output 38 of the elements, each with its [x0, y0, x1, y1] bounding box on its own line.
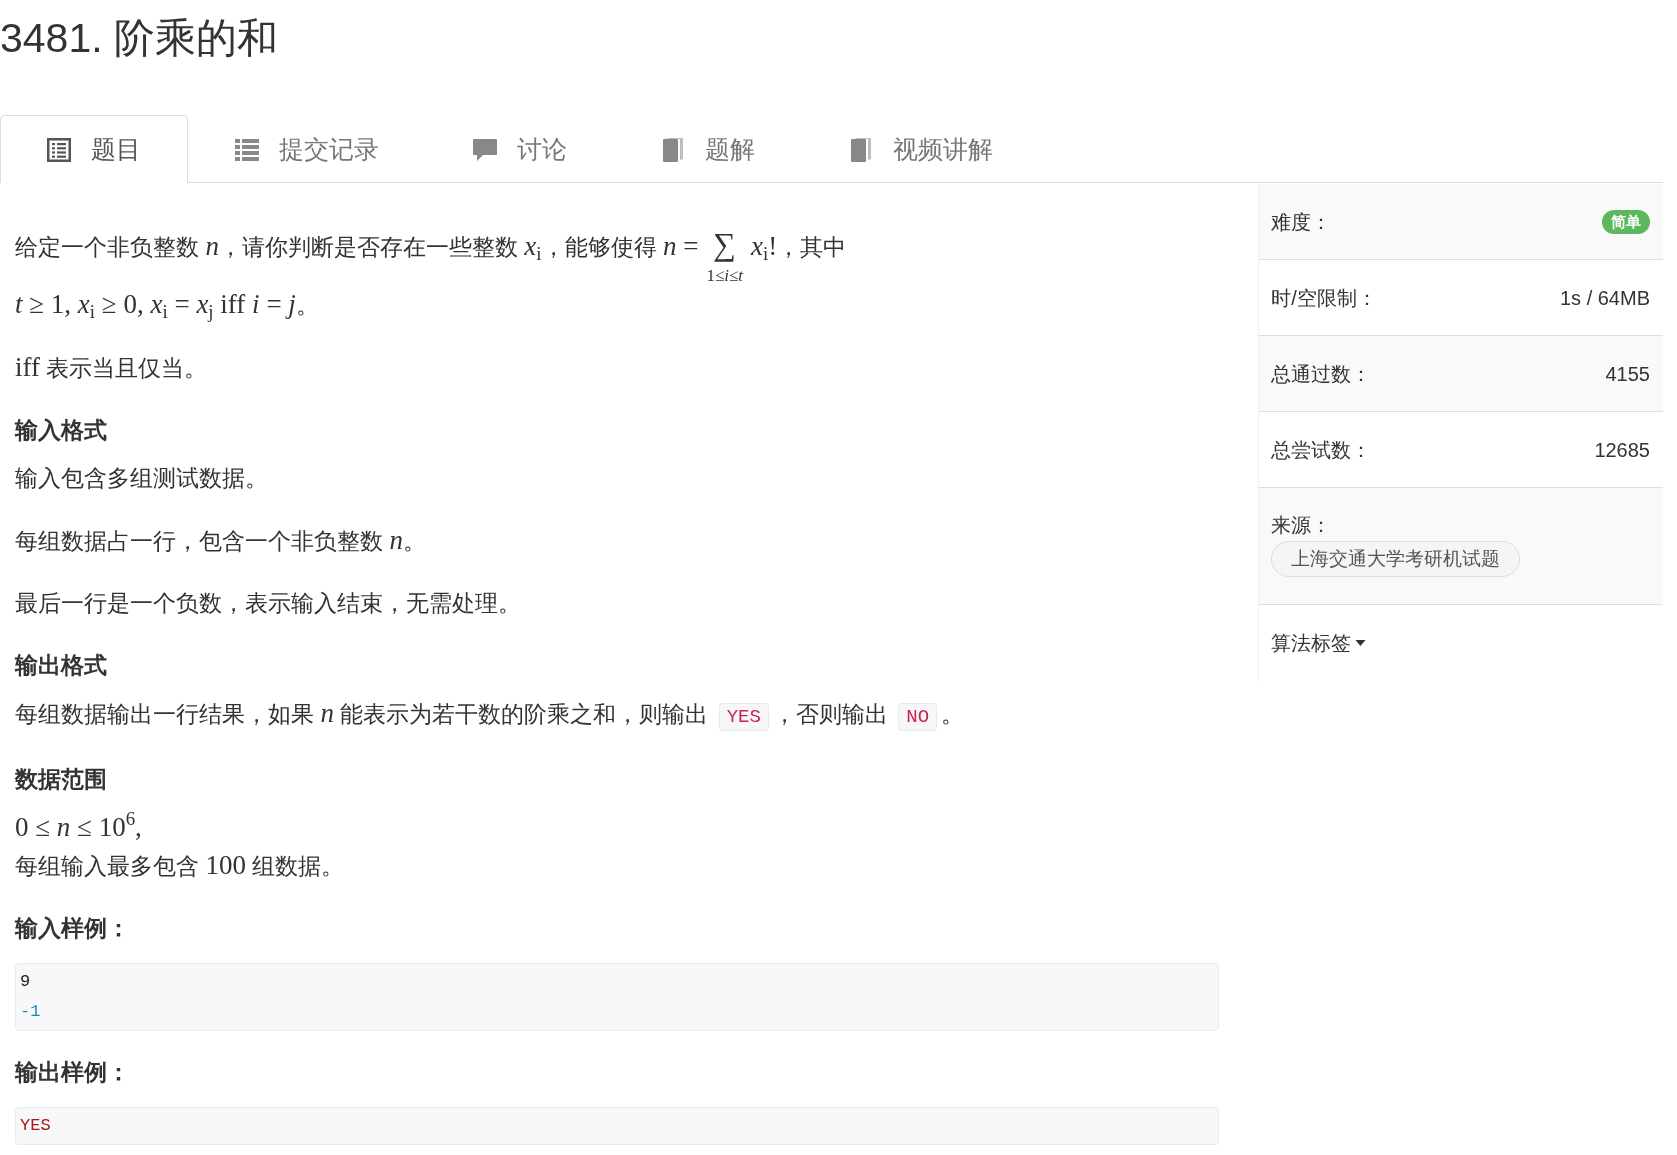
problem-paragraph: 输入包含多组测试数据。 — [15, 464, 269, 493]
info-label: 来源： — [1271, 513, 1332, 538]
info-label: 总通过数： — [1271, 361, 1372, 387]
info-label: 时/空限制： — [1271, 285, 1377, 311]
info-value: 4155 — [1605, 361, 1650, 387]
section-heading: 输入格式 — [15, 416, 107, 445]
code-line: YES — [20, 1115, 51, 1137]
problem-paragraph: 0 ≤ n ≤ 10$^{6}$, 每组输入最多包含 100 组数据。 — [15, 809, 346, 882]
section-heading: 输出格式 — [15, 651, 107, 680]
problem-paragraph: iff 表示当且仅当。 — [15, 351, 209, 384]
book-icon — [849, 137, 873, 162]
info-value: 1s / 64MB — [1559, 285, 1650, 311]
problem-paragraph: 最后一行是一个负数，表示输入结束，无需处理。 — [15, 589, 522, 618]
info-label: 难度： — [1271, 209, 1332, 235]
tab[interactable]: 视频讲解 — [802, 115, 1040, 183]
difficulty-badge: 简单 — [1602, 209, 1650, 234]
problem-title: 3481. 阶乘的和 — [0, 15, 278, 61]
info-value: 12685 — [1594, 437, 1650, 463]
tab[interactable]: 讨论 — [426, 115, 614, 183]
tab[interactable]: 题解 — [614, 115, 802, 183]
section-heading: 数据范围 — [15, 765, 107, 794]
problem-paragraph: 给定一个非负整数 n，请你判断是否存在一些整数 x$_{i}$，能够使得 n = ∑ 1≤i≤t x$_{i}$!，其中 t ≥ 1, x$_{i}$ ≥ 0, x$_{i}$ = x$_{j}$ iff i = j。 — [15, 228, 848, 324]
caret-icon — [1355, 640, 1367, 646]
list-box-icon — [47, 137, 71, 162]
tags-dropdown[interactable]: 算法标签 — [1271, 629, 1367, 657]
code-line: 9 — [20, 971, 31, 993]
problem-paragraph: 每组数据占一行，包含一个非负整数 n。 — [15, 524, 427, 557]
book-icon — [661, 137, 685, 162]
speech-bubble-icon — [473, 137, 497, 162]
section-heading: 输出样例： — [15, 1058, 130, 1087]
code-line: -1 — [20, 1001, 41, 1023]
info-label: 总尝试数： — [1271, 437, 1372, 463]
tab[interactable]: 提交记录 — [188, 115, 426, 183]
section-heading: 输入样例： — [15, 914, 130, 943]
bulleted-list-icon — [235, 137, 259, 162]
tab[interactable]: 题目 — [0, 115, 188, 183]
problem-paragraph: 每组数据输出一行结果，如果 n 能表示为若干数的阶乘之和，则输出 YES ，否则输出 NO 。 — [15, 695, 1220, 736]
source-tag[interactable]: 上海交通大学考研机试题 — [1271, 541, 1521, 577]
